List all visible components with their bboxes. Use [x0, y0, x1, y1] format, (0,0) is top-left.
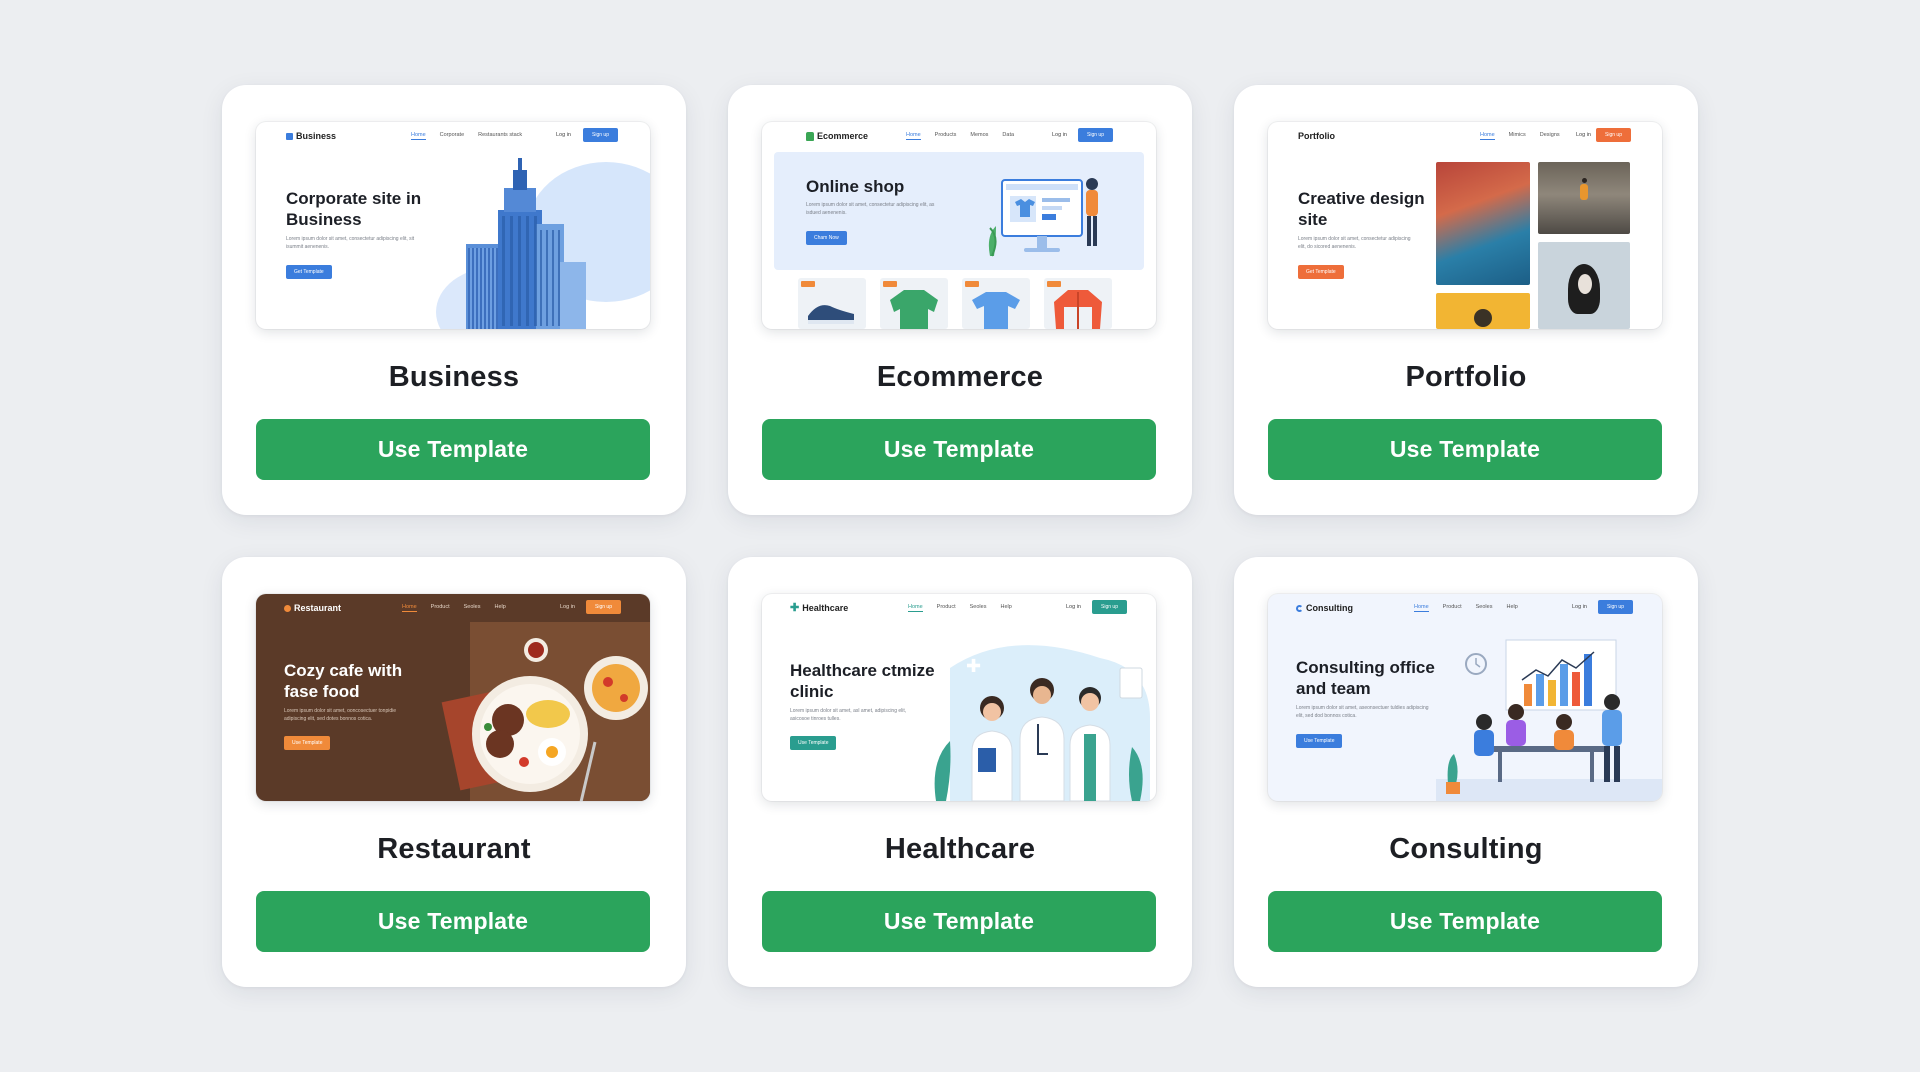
preview-login: Log in — [556, 132, 571, 138]
preview-nav-links: Home Products Memos Data — [906, 132, 1015, 140]
red-jacket-icon — [1044, 278, 1112, 329]
preview-hero-title: Corporate site in Business — [286, 189, 422, 230]
template-preview[interactable]: Consulting Home Product Seoles Help Log … — [1268, 594, 1662, 801]
sneaker-icon — [798, 278, 866, 329]
template-card-restaurant[interactable]: Restaurant Home Product Seoles Help Log … — [222, 557, 686, 987]
doctors-team-icon: ✚ — [934, 645, 1150, 801]
template-preview[interactable]: Restaurant Home Product Seoles Help Log … — [256, 594, 650, 801]
template-title: Restaurant — [377, 833, 531, 865]
shopping-bag-icon — [806, 131, 814, 141]
preview-signup: Sign up — [586, 600, 621, 614]
preview-login: Log in — [560, 604, 575, 610]
preview-brand: Portfolio — [1298, 131, 1335, 141]
online-store-icon — [988, 178, 1098, 257]
photo-gallery-icon — [1436, 162, 1646, 329]
template-preview[interactable]: Business Home Corporate Restaurants stac… — [256, 122, 650, 329]
template-card-portfolio[interactable]: Portfolio Home Mimics Designs Log in Sig… — [1234, 85, 1698, 515]
preview-brand: Restaurant — [284, 603, 341, 613]
preview-navbar: Consulting Home Product Seoles Help Log … — [1268, 594, 1662, 622]
preview-hero-subtitle: Lorem ipsum dolor sit amet, consectetur … — [286, 236, 415, 250]
preview-hero-button: Use Template — [284, 736, 331, 750]
medical-cross-icon: ✚ — [790, 601, 800, 614]
template-title: Ecommerce — [876, 361, 1044, 393]
template-title: Healthcare — [884, 833, 1036, 865]
preview-nav-links: Home Product Seoles Help — [1414, 604, 1518, 612]
use-template-button[interactable]: Use Template — [256, 891, 650, 952]
template-card-ecommerce[interactable]: Ecommerce Home Products Memos Data Log i… — [728, 85, 1192, 515]
preview-brand: Business — [286, 131, 336, 141]
template-title: Consulting — [1389, 833, 1543, 865]
preview-nav-links: Home Corporate Restaurants stack — [411, 132, 523, 140]
preview-hero-title: Consulting office and team — [1296, 658, 1435, 699]
preview-hero-subtitle: Lorem ipsum dolor sit amet, ooncosectuer… — [284, 708, 397, 722]
preview-navbar: Business Home Corporate Restaurants stac… — [256, 122, 650, 150]
preview-signup: Sign up — [1596, 128, 1631, 142]
template-preview[interactable]: Ecommerce Home Products Memos Data Log i… — [762, 122, 1156, 329]
template-preview[interactable]: Portfolio Home Mimics Designs Log in Sig… — [1268, 122, 1662, 329]
preview-login: Log in — [1052, 132, 1067, 138]
preview-hero-title: Online shop — [806, 177, 905, 196]
template-card-consulting[interactable]: Consulting Home Product Seoles Help Log … — [1234, 557, 1698, 987]
preview-brand: ✚ Healthcare — [790, 601, 849, 614]
preview-signup: Sign up — [1092, 600, 1127, 614]
consulting-logo-icon — [1296, 604, 1303, 612]
food-plate-icon — [441, 622, 650, 801]
preview-hero-title: Healthcare ctmize clinic — [790, 661, 935, 702]
preview-login: Log in — [1572, 604, 1587, 610]
preview-hero-button: Cham Now — [806, 231, 847, 245]
preview-brand: Ecommerce — [806, 131, 868, 141]
preview-hero-subtitle: Lorem ipsum dolor sit amet, consectetur … — [806, 202, 935, 216]
preview-product-row — [798, 278, 1118, 329]
preview-signup: Sign up — [583, 128, 618, 142]
preview-nav-links: Home Mimics Designs — [1480, 132, 1560, 140]
preview-login: Log in — [1576, 132, 1591, 138]
preview-navbar: Portfolio Home Mimics Designs Log in Sig… — [1268, 122, 1662, 150]
preview-login: Log in — [1066, 604, 1081, 610]
template-grid: Business Home Corporate Restaurants stac… — [222, 85, 1698, 987]
preview-hero-button: Get Template — [286, 265, 332, 279]
preview-hero-button: Use Template — [790, 736, 837, 750]
preview-hero-subtitle: Lorem ipsum dolor sit amet, consectetur … — [1298, 236, 1411, 250]
preview-signup: Sign up — [1598, 600, 1633, 614]
preview-navbar: Restaurant Home Product Seoles Help Log … — [256, 594, 650, 622]
use-template-button[interactable]: Use Template — [762, 419, 1156, 480]
gallery-image — [1538, 242, 1630, 329]
gallery-image — [1436, 162, 1530, 285]
office-building-icon — [436, 158, 650, 329]
preview-navbar: ✚ Healthcare Home Product Seoles Help Lo… — [762, 594, 1156, 622]
svg-text:✚: ✚ — [966, 656, 981, 677]
restaurant-logo-icon — [284, 604, 291, 612]
template-card-business[interactable]: Business Home Corporate Restaurants stac… — [222, 85, 686, 515]
preview-signup: Sign up — [1078, 128, 1113, 142]
building-logo-icon — [286, 132, 293, 140]
preview-navbar: Ecommerce Home Products Memos Data Log i… — [762, 122, 1156, 150]
meeting-team-icon — [1436, 639, 1662, 801]
preview-brand: Consulting — [1296, 603, 1353, 613]
preview-hero-button: Get Template — [1298, 265, 1344, 279]
preview-hero-subtitle: Lorem ipsum dolor sit amet, asl amet, ad… — [790, 708, 907, 722]
preview-hero-title: Creative design site — [1298, 189, 1425, 230]
use-template-button[interactable]: Use Template — [1268, 419, 1662, 480]
preview-hero-title: Cozy cafe with fase food — [284, 661, 403, 702]
gallery-image — [1436, 293, 1530, 329]
template-preview[interactable]: ✚ Healthcare Home Product Seoles Help Lo… — [762, 594, 1156, 801]
template-card-healthcare[interactable]: ✚ Healthcare Home Product Seoles Help Lo… — [728, 557, 1192, 987]
preview-hero-subtitle: Lorem ipsum dolor sit amet, aseonsectuer… — [1296, 705, 1429, 719]
use-template-button[interactable]: Use Template — [762, 891, 1156, 952]
template-title: Business — [388, 361, 520, 393]
green-sweater-icon — [880, 278, 948, 329]
tshirt-icon — [962, 278, 1030, 329]
preview-hero-button: Use Template — [1296, 734, 1343, 748]
gallery-image — [1538, 162, 1630, 234]
use-template-button[interactable]: Use Template — [256, 419, 650, 480]
preview-nav-links: Home Product Seoles Help — [402, 604, 506, 612]
use-template-button[interactable]: Use Template — [1268, 891, 1662, 952]
preview-nav-links: Home Product Seoles Help — [908, 604, 1012, 612]
template-title: Portfolio — [1405, 361, 1527, 393]
